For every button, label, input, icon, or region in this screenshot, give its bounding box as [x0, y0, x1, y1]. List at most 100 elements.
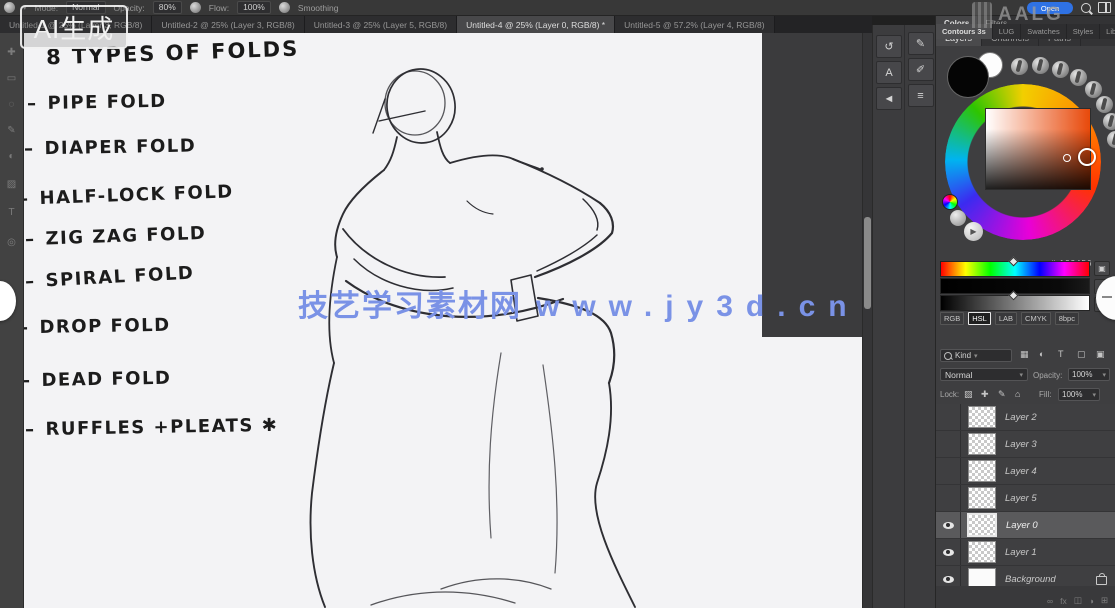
document-tab[interactable]: Untitled-4 @ 25% (Layer 0, RGB/8) *	[457, 16, 615, 33]
sphere-handle-icon[interactable]	[1107, 131, 1115, 148]
move-tool-icon[interactable]: ✚	[0, 47, 23, 58]
eraser-tool-icon[interactable]: ▨	[0, 179, 23, 190]
layer-row[interactable]: Layer 3	[936, 431, 1115, 458]
layer-row[interactable]: Layer 2	[936, 404, 1115, 431]
new-layer-icon[interactable]: ⊞	[1101, 595, 1108, 606]
document-tab[interactable]: Untitled-3 @ 25% (Layer 5, RGB/8)	[305, 16, 457, 33]
sphere-handle-icon[interactable]	[1032, 57, 1049, 74]
workspace-tab[interactable]: Libraries	[1100, 24, 1115, 39]
lock-position-icon[interactable]: ✚	[981, 389, 989, 400]
filter-type-icon[interactable]: T	[1058, 349, 1064, 359]
layer-effects-icon[interactable]: fx	[1060, 596, 1067, 606]
layer-thumbnail[interactable]	[967, 513, 997, 537]
visibility-toggle[interactable]	[936, 539, 961, 565]
color-wheel-mode-icon[interactable]	[942, 194, 958, 210]
fill-dropdown[interactable]: 100%▾	[1058, 388, 1100, 401]
history-panel-icon[interactable]: ↺	[876, 35, 902, 58]
zoom-tool-icon[interactable]: ◎	[0, 237, 23, 248]
filter-smart-icon[interactable]: ▣	[1096, 349, 1105, 360]
foreground-color-swatch[interactable]	[947, 56, 989, 98]
sphere-handle-icon[interactable]	[1103, 113, 1115, 130]
link-layers-icon[interactable]: ∞	[1047, 596, 1053, 606]
brush-preset-icon[interactable]	[4, 2, 15, 13]
dock-column-2: ✎ ✐ ≡	[905, 25, 937, 608]
layer-mask-icon[interactable]: ◫	[1074, 595, 1082, 606]
color-mode-chip[interactable]: RGB	[940, 312, 964, 325]
photoshop-window: { "ai_badge": {"label": "AI生成"}, "waterm…	[0, 0, 1115, 608]
layer-thumbnail[interactable]	[968, 541, 996, 563]
layer-row[interactable]: Layer 1	[936, 539, 1115, 566]
layer-thumbnail[interactable]	[968, 460, 996, 482]
pressure-opacity-icon[interactable]	[190, 2, 201, 13]
sphere-handle-icon[interactable]	[1070, 69, 1087, 86]
layer-name[interactable]: Layer 1	[1005, 547, 1037, 558]
opacity-dropdown[interactable]: 80%	[153, 1, 182, 14]
hue-selector-icon[interactable]	[1078, 148, 1096, 166]
scrollbar-thumb[interactable]	[864, 217, 871, 309]
layer-thumbnail[interactable]	[968, 433, 996, 455]
new-fill-layer-icon[interactable]: ◑	[1089, 596, 1094, 606]
lasso-tool-icon[interactable]: ◌	[0, 99, 23, 110]
color-mode-chip[interactable]: HSL	[968, 312, 991, 325]
watermark-chinese: 技艺学习素材网	[298, 290, 522, 323]
ai-generated-badge: AI生成	[20, 5, 128, 49]
lock-transparent-icon[interactable]: ▨	[964, 389, 973, 400]
brushes-panel-icon[interactable]: ✎	[908, 32, 934, 55]
color-mode-chip[interactable]: LAB	[995, 312, 1017, 325]
visibility-toggle[interactable]	[936, 431, 961, 457]
sphere-handle-icon[interactable]	[1011, 58, 1028, 75]
sphere-handle-icon[interactable]	[1085, 81, 1102, 98]
clone-tool-icon[interactable]: ◐	[0, 151, 23, 162]
filter-adjustment-icon[interactable]: ◐	[1039, 349, 1044, 359]
visibility-toggle[interactable]	[936, 485, 961, 511]
color-mode-chip[interactable]: 8bpc	[1055, 312, 1079, 325]
corner-logo: AALG	[972, 0, 1064, 30]
play-ball-icon[interactable]: ▶	[964, 222, 983, 241]
layer-thumbnail[interactable]	[968, 487, 996, 509]
saturation-value-square[interactable]	[985, 108, 1091, 190]
character-panel-icon[interactable]: A	[876, 61, 902, 84]
color-mode-chip[interactable]: CMYK	[1021, 312, 1051, 325]
layers-opacity-dropdown[interactable]: 100%▾	[1068, 368, 1110, 381]
layer-row[interactable]: Layer 4	[936, 458, 1115, 485]
layer-name[interactable]: Layer 2	[1005, 412, 1037, 423]
sv-selector-icon[interactable]	[1063, 154, 1071, 162]
visibility-toggle[interactable]	[936, 404, 961, 430]
lock-paint-icon[interactable]: ✎	[998, 389, 1006, 400]
color-mode-row: RGB HSL LAB CMYK 8bpc	[940, 312, 1112, 325]
marquee-tool-icon[interactable]: ▭	[0, 73, 23, 84]
sphere-handle-icon[interactable]	[1052, 61, 1069, 78]
visibility-toggle[interactable]	[936, 458, 961, 484]
flow-dropdown[interactable]: 100%	[237, 1, 271, 14]
layer-row[interactable]: Layer 5	[936, 485, 1115, 512]
layer-name[interactable]: Background	[1005, 574, 1056, 585]
visibility-toggle[interactable]	[936, 512, 961, 538]
search-icon[interactable]	[1081, 3, 1091, 13]
text-tool-icon[interactable]: T	[0, 207, 23, 218]
document-tab[interactable]: Untitled-5 @ 57.2% (Layer 4, RGB/8)	[615, 16, 774, 33]
grid-option-icon[interactable]: ▣	[1094, 261, 1110, 276]
layer-name[interactable]: Layer 0	[1006, 520, 1038, 531]
layer-name[interactable]: Layer 3	[1005, 439, 1037, 450]
blend-mode-dropdown[interactable]: Normal▾	[940, 368, 1028, 381]
brush-settings-panel-icon[interactable]: ✐	[908, 58, 934, 81]
properties-panel-icon[interactable]: ◄	[876, 87, 902, 110]
workspace-layout-icon[interactable]	[1098, 2, 1111, 13]
layer-thumbnail[interactable]	[968, 406, 996, 428]
filter-shape-icon[interactable]: ▢	[1077, 349, 1086, 360]
brush-tool-icon[interactable]: ✎	[0, 125, 23, 136]
logo-text: AALG	[998, 4, 1064, 26]
layer-search-box[interactable]: Kind ▾	[940, 349, 1012, 362]
lock-artboard-icon[interactable]: ⌂	[1015, 389, 1020, 399]
layer-row[interactable]: Layer 0	[936, 512, 1115, 539]
document-tab[interactable]: Untitled-2 @ 25% (Layer 3, RGB/8)	[152, 16, 304, 33]
filter-pixel-icon[interactable]: ▦	[1020, 349, 1029, 360]
workspace-tab[interactable]: Styles	[1067, 24, 1100, 39]
gray-ball-icon[interactable]	[950, 210, 966, 226]
paragraph-panel-icon[interactable]: ≡	[908, 84, 934, 107]
layer-name[interactable]: Layer 5	[1005, 493, 1037, 504]
airbrush-icon[interactable]	[279, 2, 290, 13]
layer-name[interactable]: Layer 4	[1005, 466, 1037, 477]
tools-palette: ✚ ▭ ◌ ✎ ◐ ▨ T ◎	[0, 33, 24, 608]
sphere-handle-icon[interactable]	[1096, 96, 1113, 113]
